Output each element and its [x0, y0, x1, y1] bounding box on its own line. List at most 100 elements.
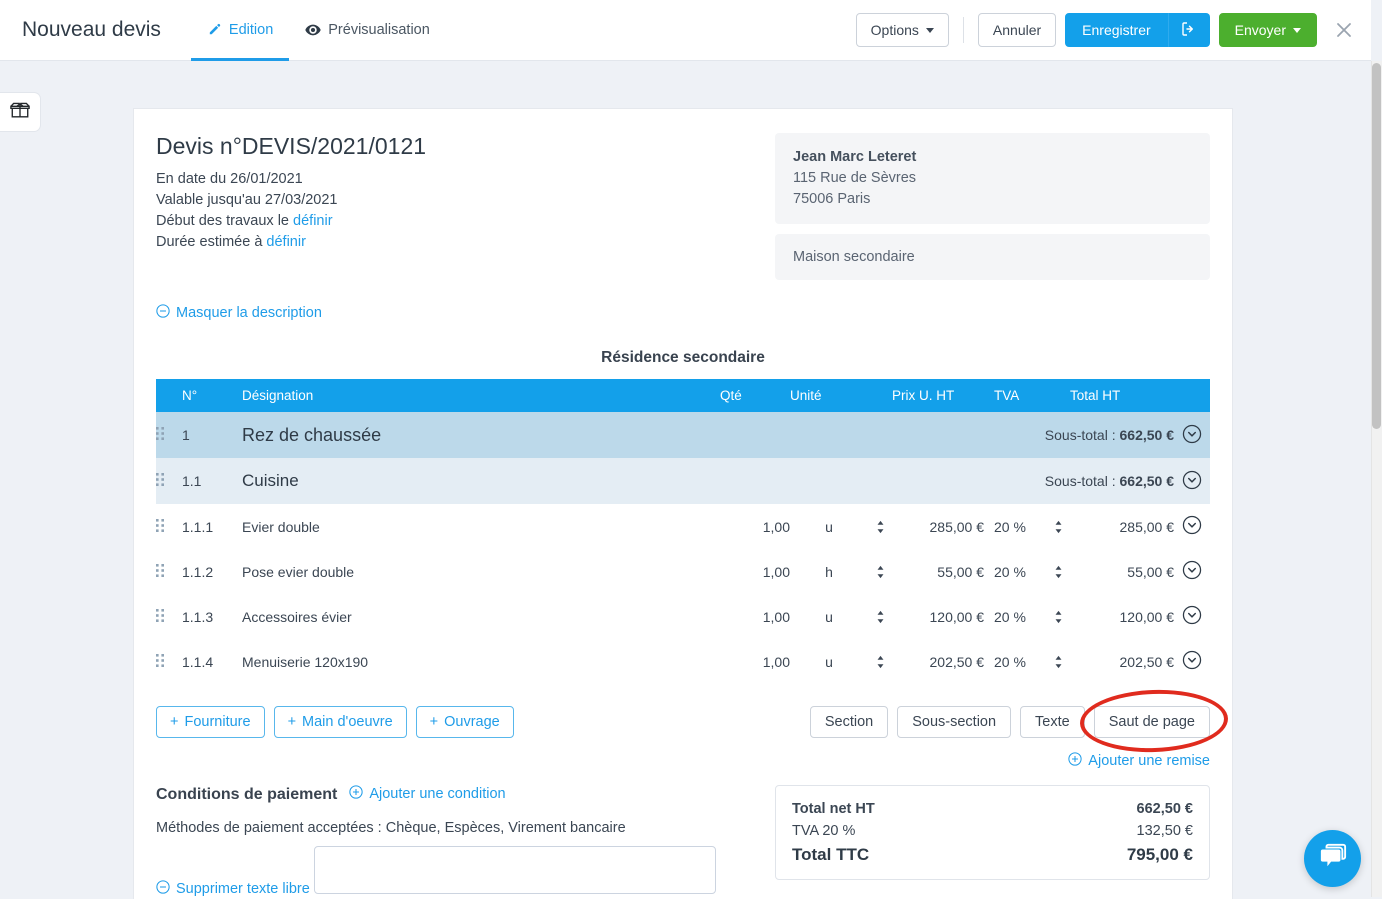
tab-previsualisation-label: Prévisualisation	[328, 22, 430, 38]
send-button[interactable]: Envoyer	[1219, 13, 1317, 47]
row-vat[interactable]: 20 %	[984, 549, 1046, 594]
table-row[interactable]: 1.1.1 Evier double 1,00 u 285,00 € 20 % …	[156, 504, 1210, 549]
drag-grip-icon	[156, 654, 165, 667]
updown-arrows-icon	[868, 565, 892, 579]
save-split-button: Enregistrer	[1065, 13, 1209, 47]
add-sous-section-button[interactable]: Sous-section	[897, 706, 1011, 738]
work-start-define-link[interactable]: définir	[293, 213, 333, 229]
free-text-input[interactable]	[314, 846, 716, 894]
row-vat-stepper[interactable]	[1046, 594, 1070, 639]
add-discount-label: Ajouter une remise	[1088, 753, 1210, 769]
row-drag-handle[interactable]	[156, 639, 182, 684]
add-section-button[interactable]: Section	[810, 706, 888, 738]
table-row[interactable]: 1 Rez de chaussée Sous-total : 662,50 €	[156, 412, 1210, 458]
row-unit[interactable]: u	[790, 594, 868, 639]
expand-row-button[interactable]	[1174, 515, 1210, 538]
expand-row-button[interactable]	[1174, 605, 1210, 628]
row-designation[interactable]: Evier double	[242, 504, 720, 549]
close-icon[interactable]	[1331, 17, 1357, 43]
table-row[interactable]: 1.1.2 Pose evier double 1,00 h 55,00 € 2…	[156, 549, 1210, 594]
row-unit-stepper[interactable]	[868, 549, 892, 594]
cancel-button[interactable]: Annuler	[978, 13, 1056, 47]
divider	[963, 17, 964, 43]
row-vat[interactable]: 20 %	[984, 639, 1046, 684]
row-drag-handle[interactable]	[156, 458, 182, 504]
total-ttc-row: Total TTC 795,00 €	[792, 842, 1193, 867]
view-tabs: Edition Prévisualisation	[191, 0, 446, 61]
row-quantity[interactable]: 1,00	[720, 504, 790, 549]
row-number: 1.1.2	[182, 549, 242, 594]
expand-row-button[interactable]	[1174, 424, 1210, 447]
plus-circle-icon	[349, 785, 363, 803]
row-designation[interactable]: Cuisine	[242, 458, 720, 504]
expand-row-button[interactable]	[1174, 560, 1210, 583]
row-unit-stepper[interactable]	[868, 504, 892, 549]
row-quantity[interactable]: 1,00	[720, 639, 790, 684]
row-quantity[interactable]: 1,00	[720, 549, 790, 594]
row-vat[interactable]: 20 %	[984, 504, 1046, 549]
row-unit[interactable]: u	[790, 504, 868, 549]
row-designation[interactable]: Menuiserie 120x190	[242, 639, 720, 684]
remove-free-text-link[interactable]: Supprimer texte libre	[156, 880, 310, 898]
row-drag-handle[interactable]	[156, 504, 182, 549]
row-vat-stepper[interactable]	[1046, 639, 1070, 684]
row-quantity[interactable]: 1,00	[720, 594, 790, 639]
client-info-box[interactable]: Jean Marc Leteret 115 Rue de Sèvres 7500…	[775, 133, 1210, 224]
add-texte-button[interactable]: Texte	[1020, 706, 1085, 738]
chevron-down-circle-icon	[1182, 605, 1202, 628]
duration-define-link[interactable]: définir	[266, 234, 306, 250]
th-spacer-1	[868, 379, 892, 412]
row-drag-handle[interactable]	[156, 549, 182, 594]
row-vat[interactable]: 20 %	[984, 594, 1046, 639]
valid-until: Valable jusqu'au 27/03/2021	[156, 190, 426, 211]
add-ouvrage-button[interactable]: + Ouvrage	[416, 706, 514, 738]
duration-line: Durée estimée à définir	[156, 232, 426, 253]
library-panel-toggle[interactable]	[0, 92, 41, 132]
table-row[interactable]: 1.1 Cuisine Sous-total : 662,50 €	[156, 458, 1210, 504]
add-fourniture-button[interactable]: + Fourniture	[156, 706, 265, 738]
save-button[interactable]: Enregistrer	[1065, 13, 1167, 47]
chat-widget-button[interactable]	[1304, 830, 1361, 887]
row-unit-price[interactable]: 202,50 €	[892, 639, 984, 684]
add-main-doeuvre-label: Main d'oeuvre	[302, 714, 393, 730]
row-unit[interactable]: u	[790, 639, 868, 684]
row-drag-handle[interactable]	[156, 594, 182, 639]
options-button[interactable]: Options	[856, 13, 949, 47]
row-unit-stepper[interactable]	[868, 594, 892, 639]
table-header: N° Désignation Qté Unité Prix U. HT TVA …	[156, 379, 1210, 412]
row-total: 55,00 €	[1070, 549, 1174, 594]
expand-row-button[interactable]	[1174, 650, 1210, 673]
expand-row-button[interactable]	[1174, 470, 1210, 493]
row-number: 1	[182, 412, 242, 458]
row-unit-stepper[interactable]	[868, 639, 892, 684]
table-row[interactable]: 1.1.3 Accessoires évier 1,00 u 120,00 € …	[156, 594, 1210, 639]
row-total: 285,00 €	[1070, 504, 1174, 549]
row-drag-handle[interactable]	[156, 412, 182, 458]
row-designation[interactable]: Rez de chaussée	[242, 412, 720, 458]
add-condition-link[interactable]: Ajouter une condition	[349, 785, 505, 803]
toggle-description-link[interactable]: Masquer la description	[156, 304, 322, 322]
table-row[interactable]: 1.1.4 Menuiserie 120x190 1,00 u 202,50 €…	[156, 639, 1210, 684]
row-designation[interactable]: Pose evier double	[242, 549, 720, 594]
row-number: 1.1.4	[182, 639, 242, 684]
add-saut-de-page-button[interactable]: Saut de page	[1094, 706, 1210, 738]
page-scrollbar-thumb[interactable]	[1372, 63, 1381, 429]
add-discount-link[interactable]: Ajouter une remise	[1068, 752, 1210, 770]
add-main-doeuvre-button[interactable]: + Main d'oeuvre	[274, 706, 407, 738]
site-info-box[interactable]: Maison secondaire	[775, 234, 1210, 280]
tva-row: TVA 20 % 132,50 €	[792, 820, 1193, 842]
row-designation[interactable]: Accessoires évier	[242, 594, 720, 639]
tab-edition-label: Edition	[229, 22, 273, 38]
row-unit[interactable]: h	[790, 549, 868, 594]
row-vat-stepper[interactable]	[1046, 504, 1070, 549]
row-unit-price[interactable]: 285,00 €	[892, 504, 984, 549]
save-and-exit-button[interactable]	[1168, 13, 1210, 47]
discount-row: Ajouter une remise	[156, 752, 1210, 771]
row-vat-stepper[interactable]	[1046, 549, 1070, 594]
tab-edition[interactable]: Edition	[191, 0, 289, 61]
row-unit-price[interactable]: 120,00 €	[892, 594, 984, 639]
row-unit-price[interactable]: 55,00 €	[892, 549, 984, 594]
tab-previsualisation[interactable]: Prévisualisation	[289, 0, 446, 61]
row-number: 1.1.1	[182, 504, 242, 549]
tva-value: 132,50 €	[1137, 820, 1193, 842]
